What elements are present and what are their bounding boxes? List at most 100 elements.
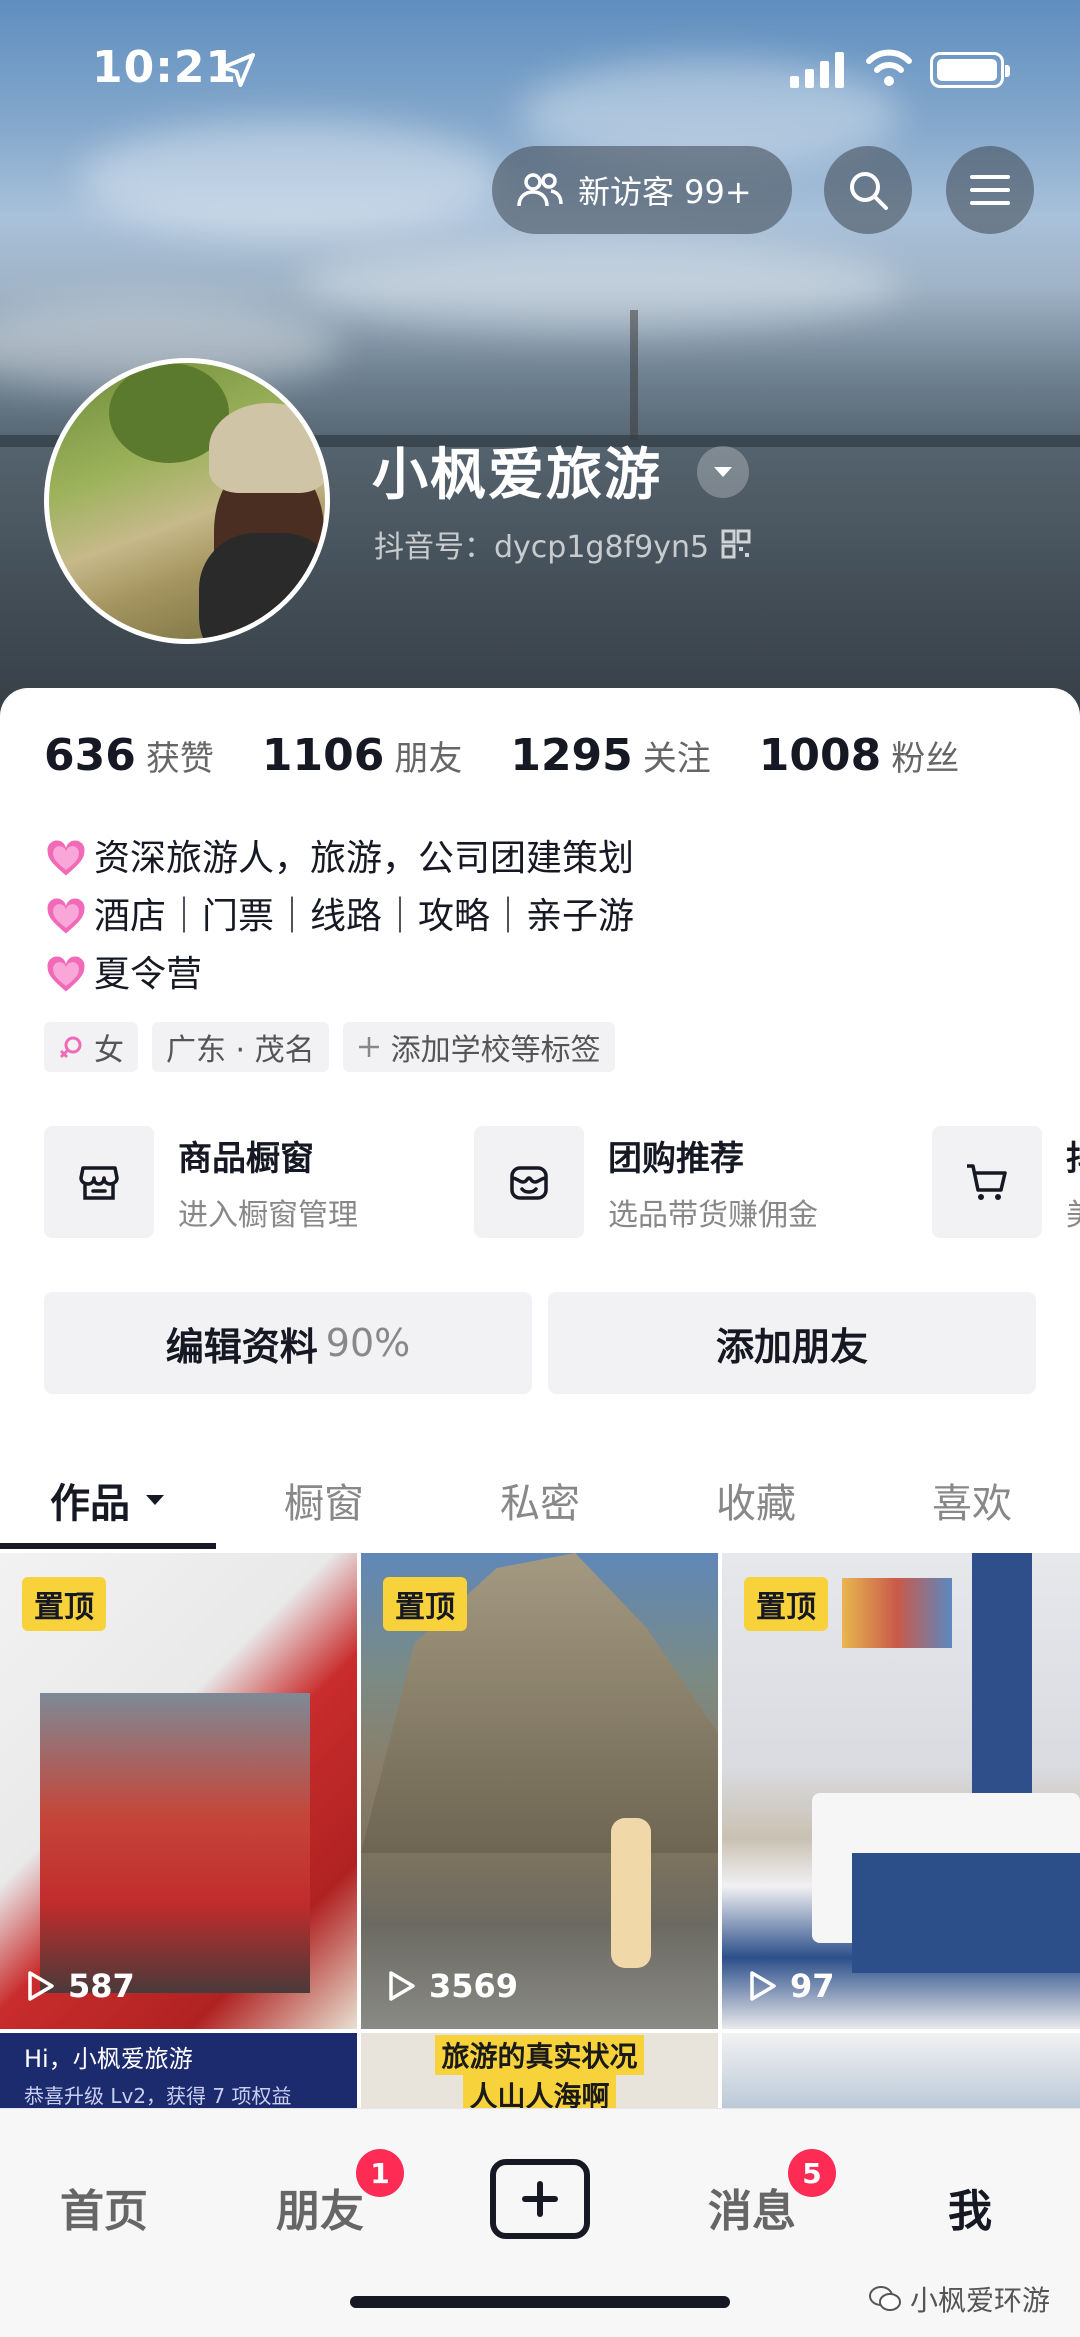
play-count-value: 3569	[429, 1967, 519, 2005]
battery-icon	[930, 52, 1010, 88]
search-button[interactable]	[824, 146, 912, 234]
douyin-id[interactable]: 抖音号：dycp1g8f9yn5	[374, 522, 751, 566]
edit-profile-percent: 90%	[325, 1321, 411, 1365]
cart-entry[interactable]: 抖美	[932, 1126, 1080, 1238]
search-icon	[850, 172, 888, 210]
plus-icon	[522, 2181, 558, 2217]
caret-down-icon	[714, 467, 732, 477]
tab-private[interactable]: 私密	[432, 1450, 648, 1550]
tab-likes[interactable]: 喜欢	[864, 1450, 1080, 1550]
create-button[interactable]	[490, 2159, 590, 2239]
group-buy-entry[interactable]: 团购推荐 选品带货赚佣金	[474, 1126, 818, 1238]
stats-row: 636 获赞 1106 朋友 1295 关注 1008 粉丝	[44, 730, 1007, 781]
tab-showcase[interactable]: 橱窗	[216, 1450, 432, 1550]
account-switch-button[interactable]	[697, 446, 749, 498]
pinned-badge: 置顶	[22, 1577, 106, 1631]
groupbuy-icon	[510, 1166, 548, 1200]
username[interactable]: 小枫爱旅游	[372, 430, 662, 511]
tab-label: 收藏	[716, 1481, 796, 1527]
thumbnail-text: 恭喜升级 Lv2，获得 7 项权益	[24, 2084, 292, 2108]
tag-label: 女	[94, 1033, 124, 1068]
nav-friends[interactable]: 朋友	[276, 2175, 364, 2239]
shop-title: 团购推荐	[608, 1138, 744, 1179]
female-icon	[59, 1036, 82, 1059]
play-count: 97	[748, 1967, 835, 2005]
new-visitors-button[interactable]: 新访客 99+	[492, 146, 792, 234]
tab-favorites[interactable]: 收藏	[648, 1450, 864, 1550]
stat-friends[interactable]: 1106 朋友	[262, 730, 462, 781]
stat-label: 获赞	[145, 739, 214, 779]
signal-icon	[790, 52, 844, 88]
video-thumbnail[interactable]: 置顶 97	[722, 1553, 1080, 2029]
tab-label: 橱窗	[284, 1481, 364, 1527]
location-tag[interactable]: 广东 · 茂名	[152, 1022, 329, 1072]
pinned-badge: 置顶	[744, 1577, 828, 1631]
tab-label: 喜欢	[932, 1481, 1012, 1527]
watermark-text: 小枫爱环游	[910, 2284, 1051, 2317]
shop-subtitle: 进入橱窗管理	[178, 1197, 358, 1233]
play-count: 3569	[387, 1967, 518, 2005]
play-icon	[28, 1971, 54, 2001]
location-arrow-icon	[221, 53, 255, 87]
profile-tags: 女 广东 · 茂名 添加学校等标签	[44, 1022, 615, 1072]
visitors-icon	[517, 173, 563, 207]
nav-messages[interactable]: 消息	[708, 2175, 796, 2239]
add-school-tag[interactable]: 添加学校等标签	[342, 1022, 615, 1072]
gender-tag[interactable]: 女	[44, 1022, 138, 1072]
edit-profile-button[interactable]: 编辑资料 90%	[44, 1292, 532, 1394]
play-count-value: 97	[790, 1967, 835, 2005]
bio-line: 酒店｜门票｜线路｜攻略｜亲子游	[94, 896, 635, 937]
play-icon	[389, 1971, 415, 2001]
tab-works[interactable]: 作品	[0, 1450, 216, 1550]
tag-label: 添加学校等标签	[390, 1033, 601, 1068]
video-thumbnail[interactable]: 旅游的真实状况 人山人海啊	[361, 2033, 718, 2113]
stat-followers[interactable]: 1008 粉丝	[759, 730, 959, 781]
shop-subtitle: 美	[1066, 1190, 1080, 1234]
home-indicator	[350, 2296, 730, 2308]
video-thumbnail[interactable]	[722, 2033, 1080, 2113]
tab-underline	[0, 1543, 216, 1549]
shop-entries: 商品橱窗进入橱窗管理 团购推荐选品带货赚佣金 抖美	[44, 1126, 1080, 1238]
bio[interactable]: 资深旅游人，旅游，公司团建策划 酒店｜门票｜线路｜攻略｜亲子游 夏令营	[44, 830, 634, 1004]
video-thumbnail[interactable]: 置顶 587	[0, 1553, 357, 2029]
play-count: 587	[26, 1967, 135, 2005]
tag-label: 广东 · 茂名	[166, 1033, 315, 1068]
messages-badge: 5	[788, 2149, 836, 2197]
avatar[interactable]	[44, 358, 330, 644]
stat-value: 1295	[510, 730, 633, 781]
edit-profile-label: 编辑资料	[165, 1324, 318, 1369]
heart-icon	[47, 956, 85, 992]
pinned-badge: 置顶	[383, 1577, 467, 1631]
stat-label: 粉丝	[891, 739, 960, 779]
qrcode-icon[interactable]	[721, 529, 751, 559]
video-thumbnail[interactable]: Hi，小枫爱旅游 恭喜升级 Lv2，获得 7 项权益	[0, 2033, 357, 2113]
tab-label: 私密	[500, 1481, 580, 1527]
stat-likes[interactable]: 636 获赞	[44, 730, 214, 781]
tab-label: 作品	[50, 1481, 130, 1527]
stat-label: 关注	[642, 739, 711, 779]
caret-down-icon	[146, 1495, 164, 1505]
shop-title: 商品橱窗	[178, 1138, 314, 1179]
stat-following[interactable]: 1295 关注	[510, 730, 710, 781]
new-visitors-label: 新访客 99+	[578, 173, 752, 211]
stat-value: 1008	[758, 730, 882, 781]
thumbnail-text: 旅游的真实状况	[435, 2035, 644, 2075]
plus-icon	[358, 1037, 379, 1057]
nav-me[interactable]: 我	[948, 2175, 992, 2239]
shop-window-entry[interactable]: 商品橱窗进入橱窗管理	[44, 1126, 358, 1238]
menu-button[interactable]	[946, 146, 1034, 234]
thumbnail-text: Hi，小枫爱旅游	[24, 2045, 193, 2073]
video-thumbnail[interactable]: 置顶 3569	[361, 1553, 718, 2029]
wechat-icon	[869, 2286, 901, 2311]
douyin-id-text: 抖音号：dycp1g8f9yn5	[374, 530, 710, 565]
menu-icon	[970, 175, 1010, 205]
wifi-icon	[866, 49, 912, 86]
heart-icon	[47, 840, 85, 876]
play-icon	[750, 1971, 776, 2001]
add-friend-button[interactable]: 添加朋友	[548, 1292, 1036, 1394]
stat-value: 1106	[261, 730, 385, 781]
bio-line: 资深旅游人，旅游，公司团建策划	[94, 838, 635, 879]
shop-title: 抖	[1066, 1131, 1080, 1180]
nav-home[interactable]: 首页	[60, 2175, 148, 2239]
play-count-value: 587	[68, 1967, 135, 2005]
